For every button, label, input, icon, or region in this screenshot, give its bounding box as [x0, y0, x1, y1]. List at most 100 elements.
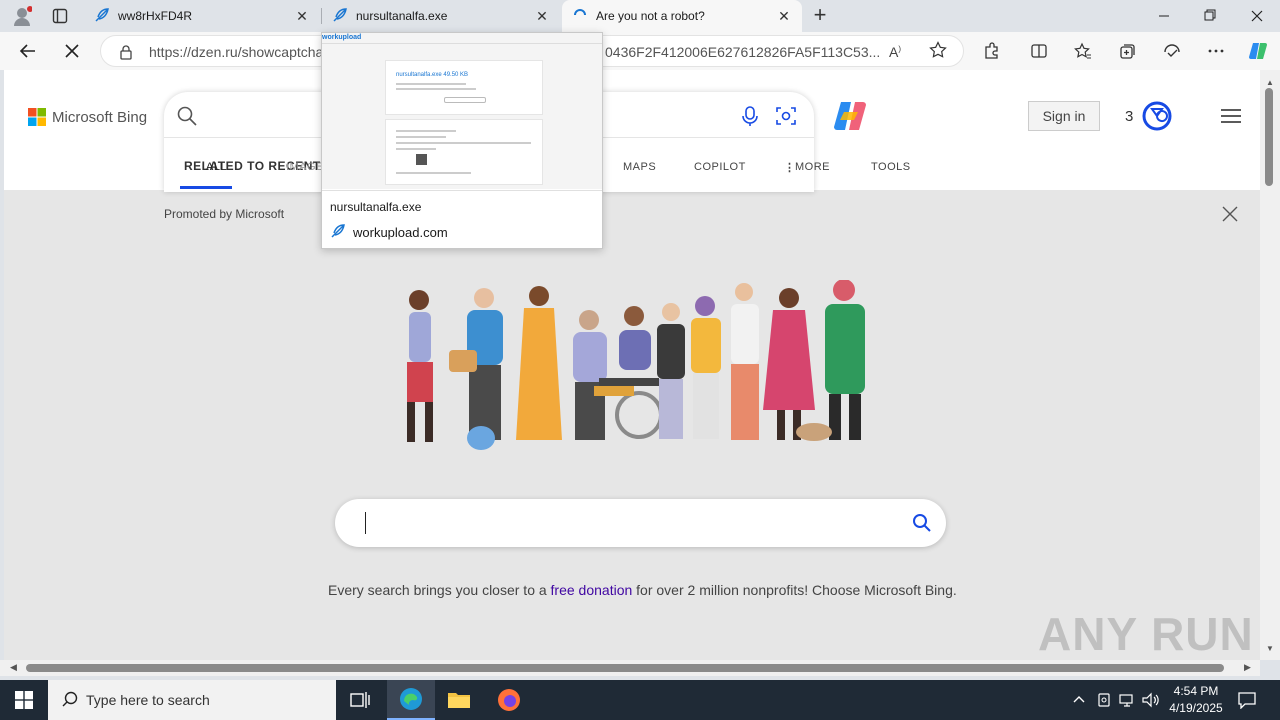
notifications-icon[interactable] — [1238, 691, 1256, 712]
search-icon — [62, 691, 78, 710]
clock-time: 4:54 PM — [1173, 684, 1219, 698]
horizontal-scrollbar[interactable]: ◀ ▶ — [0, 660, 1260, 676]
search-icon[interactable] — [912, 513, 932, 536]
web-page: Microsoft Bing RELATED TO RECENT SE ALL … — [4, 70, 1260, 660]
qr-code-icon — [416, 154, 427, 165]
close-promo-icon[interactable] — [1222, 206, 1238, 225]
collections-icon[interactable] — [1114, 37, 1142, 65]
rewards-medal-icon[interactable] — [1141, 100, 1173, 135]
favorites-icon[interactable] — [1069, 37, 1097, 65]
search-icon — [177, 106, 197, 129]
scope-maps[interactable]: MAPS — [623, 161, 656, 173]
lock-icon[interactable] — [119, 44, 133, 63]
network-icon[interactable] — [1119, 692, 1135, 711]
close-tab-icon[interactable]: ✕ — [776, 8, 792, 25]
more-menu-icon[interactable] — [1202, 37, 1230, 65]
navigation-bar: https://dzen.ru/showcaptcha 0436F2F41200… — [0, 32, 1280, 70]
device-icon[interactable] — [1096, 692, 1112, 711]
tab-title: nursultanalfa.exe — [356, 9, 448, 23]
volume-icon[interactable] — [1142, 692, 1160, 711]
active-scope-underline — [180, 186, 232, 189]
feather-icon — [332, 7, 348, 26]
restore-button[interactable] — [1196, 8, 1224, 24]
tab-title: Are you not a robot? — [596, 9, 705, 23]
close-tab-icon[interactable]: ✕ — [294, 8, 310, 25]
anyrun-watermark: ANY RUN — [1038, 608, 1254, 660]
microsoft-logo-icon — [28, 108, 46, 126]
tab-nursultanalfa[interactable]: nursultanalfa.exe ✕ — [322, 0, 560, 32]
new-tab-button[interactable]: + — [808, 4, 832, 28]
horizontal-scroll-thumb[interactable] — [26, 664, 1224, 672]
show-hidden-icons-chevron-icon[interactable] — [1072, 692, 1086, 709]
extensions-icon[interactable] — [977, 37, 1005, 65]
file-explorer-icon[interactable] — [435, 680, 483, 720]
task-view-icon[interactable] — [336, 680, 384, 720]
scroll-left-arrow-icon[interactable]: ◀ — [10, 662, 17, 673]
person-figure — [407, 290, 433, 442]
thumb-site-logo: workupload — [322, 34, 362, 41]
microphone-icon[interactable] — [742, 106, 758, 129]
tab-captcha[interactable]: Are you not a robot? ✕ — [562, 0, 802, 32]
close-window-button[interactable] — [1243, 8, 1271, 24]
windows-taskbar: Type here to search 4:54 PM 4/19/2025 — [0, 680, 1280, 720]
profile-icon[interactable] — [12, 6, 33, 26]
tab-strip: ww8rHxFD4R ✕ nursultanalfa.exe ✕ Are you… — [0, 0, 1280, 32]
clock-date: 4/19/2025 — [1169, 701, 1223, 715]
back-button[interactable] — [14, 37, 42, 65]
url-text: https://dzen.ru/showcaptcha — [149, 44, 324, 60]
tab-title: ww8rHxFD4R — [118, 9, 193, 23]
taskbar-search-box[interactable]: Type here to search — [48, 680, 336, 720]
copilot-icon[interactable] — [1244, 37, 1272, 65]
hamburger-menu-icon[interactable] — [1220, 108, 1242, 127]
promo-text: Every search brings you closer to a free… — [328, 582, 957, 598]
favorite-star-icon[interactable] — [929, 41, 947, 62]
scope-more[interactable]: MORE — [795, 161, 830, 173]
scroll-right-arrow-icon[interactable]: ▶ — [1244, 662, 1251, 673]
thumb-file-title: nursultanalfa.exe 49.50 KB — [396, 72, 469, 78]
vertical-scroll-thumb[interactable] — [1265, 88, 1273, 186]
taskbar-search-placeholder: Type here to search — [86, 692, 210, 708]
vertical-scrollbar[interactable]: ▲ ▼ — [1260, 70, 1280, 660]
preview-site: workupload.com — [353, 225, 448, 240]
minimize-button[interactable] — [1150, 8, 1178, 24]
sign-in-button[interactable]: Sign in — [1028, 101, 1100, 131]
preview-thumbnail: workupload nursultanalfa.exe 49.50 KB — [322, 33, 602, 189]
edge-taskbar-icon[interactable] — [387, 680, 435, 720]
browser-essentials-icon[interactable] — [1158, 37, 1186, 65]
visual-search-icon[interactable] — [776, 106, 796, 129]
promo-text-end: for over 2 million nonprofits! Choose Mi… — [632, 582, 957, 598]
main-search-box[interactable] — [335, 499, 946, 547]
rewards-count: 3 — [1125, 108, 1134, 125]
scope-copilot[interactable]: COPILOT — [694, 161, 746, 173]
loading-spinner-icon — [572, 7, 588, 26]
text-caret — [365, 512, 366, 534]
url-text-tail: 0436F2F412006E627612826FA5F113C53... — [605, 44, 881, 60]
free-donation-link[interactable]: free donation — [551, 582, 633, 598]
scope-tools[interactable]: TOOLS — [871, 161, 911, 173]
clock[interactable]: 4:54 PM 4/19/2025 — [1164, 683, 1228, 717]
promoted-label: Promoted by Microsoft — [164, 207, 285, 221]
firefox-icon[interactable] — [485, 680, 533, 720]
start-button[interactable] — [0, 680, 48, 720]
promo-text-start: Every search brings you closer to a — [328, 582, 551, 598]
feather-icon — [330, 223, 346, 242]
preview-title: nursultanalfa.exe — [330, 200, 422, 214]
scope-all[interactable]: ALL — [206, 161, 227, 173]
read-aloud-icon[interactable]: A) — [889, 44, 901, 60]
more-dots-icon: ⋮ — [784, 162, 796, 174]
scroll-up-arrow-icon[interactable]: ▲ — [1266, 78, 1274, 87]
people-illustration — [407, 280, 865, 450]
scroll-down-arrow-icon[interactable]: ▼ — [1266, 644, 1274, 653]
tab-actions-icon[interactable] — [52, 8, 68, 24]
feather-icon — [94, 7, 110, 26]
close-tab-icon[interactable]: ✕ — [534, 8, 550, 25]
tab-preview-popup[interactable]: workupload nursultanalfa.exe 49.50 KB nu… — [321, 32, 603, 249]
windows-logo-icon — [15, 691, 33, 709]
split-screen-icon[interactable] — [1025, 37, 1053, 65]
stop-loading-button[interactable] — [58, 37, 86, 65]
tab-ww8rhxfd4r[interactable]: ww8rHxFD4R ✕ — [84, 0, 320, 32]
copilot-logo-icon[interactable] — [832, 98, 868, 137]
bing-logo[interactable]: Microsoft Bing — [28, 108, 147, 126]
bing-header: Microsoft Bing RELATED TO RECENT SE ALL … — [4, 70, 1260, 192]
bing-logo-text: Microsoft Bing — [52, 108, 148, 126]
